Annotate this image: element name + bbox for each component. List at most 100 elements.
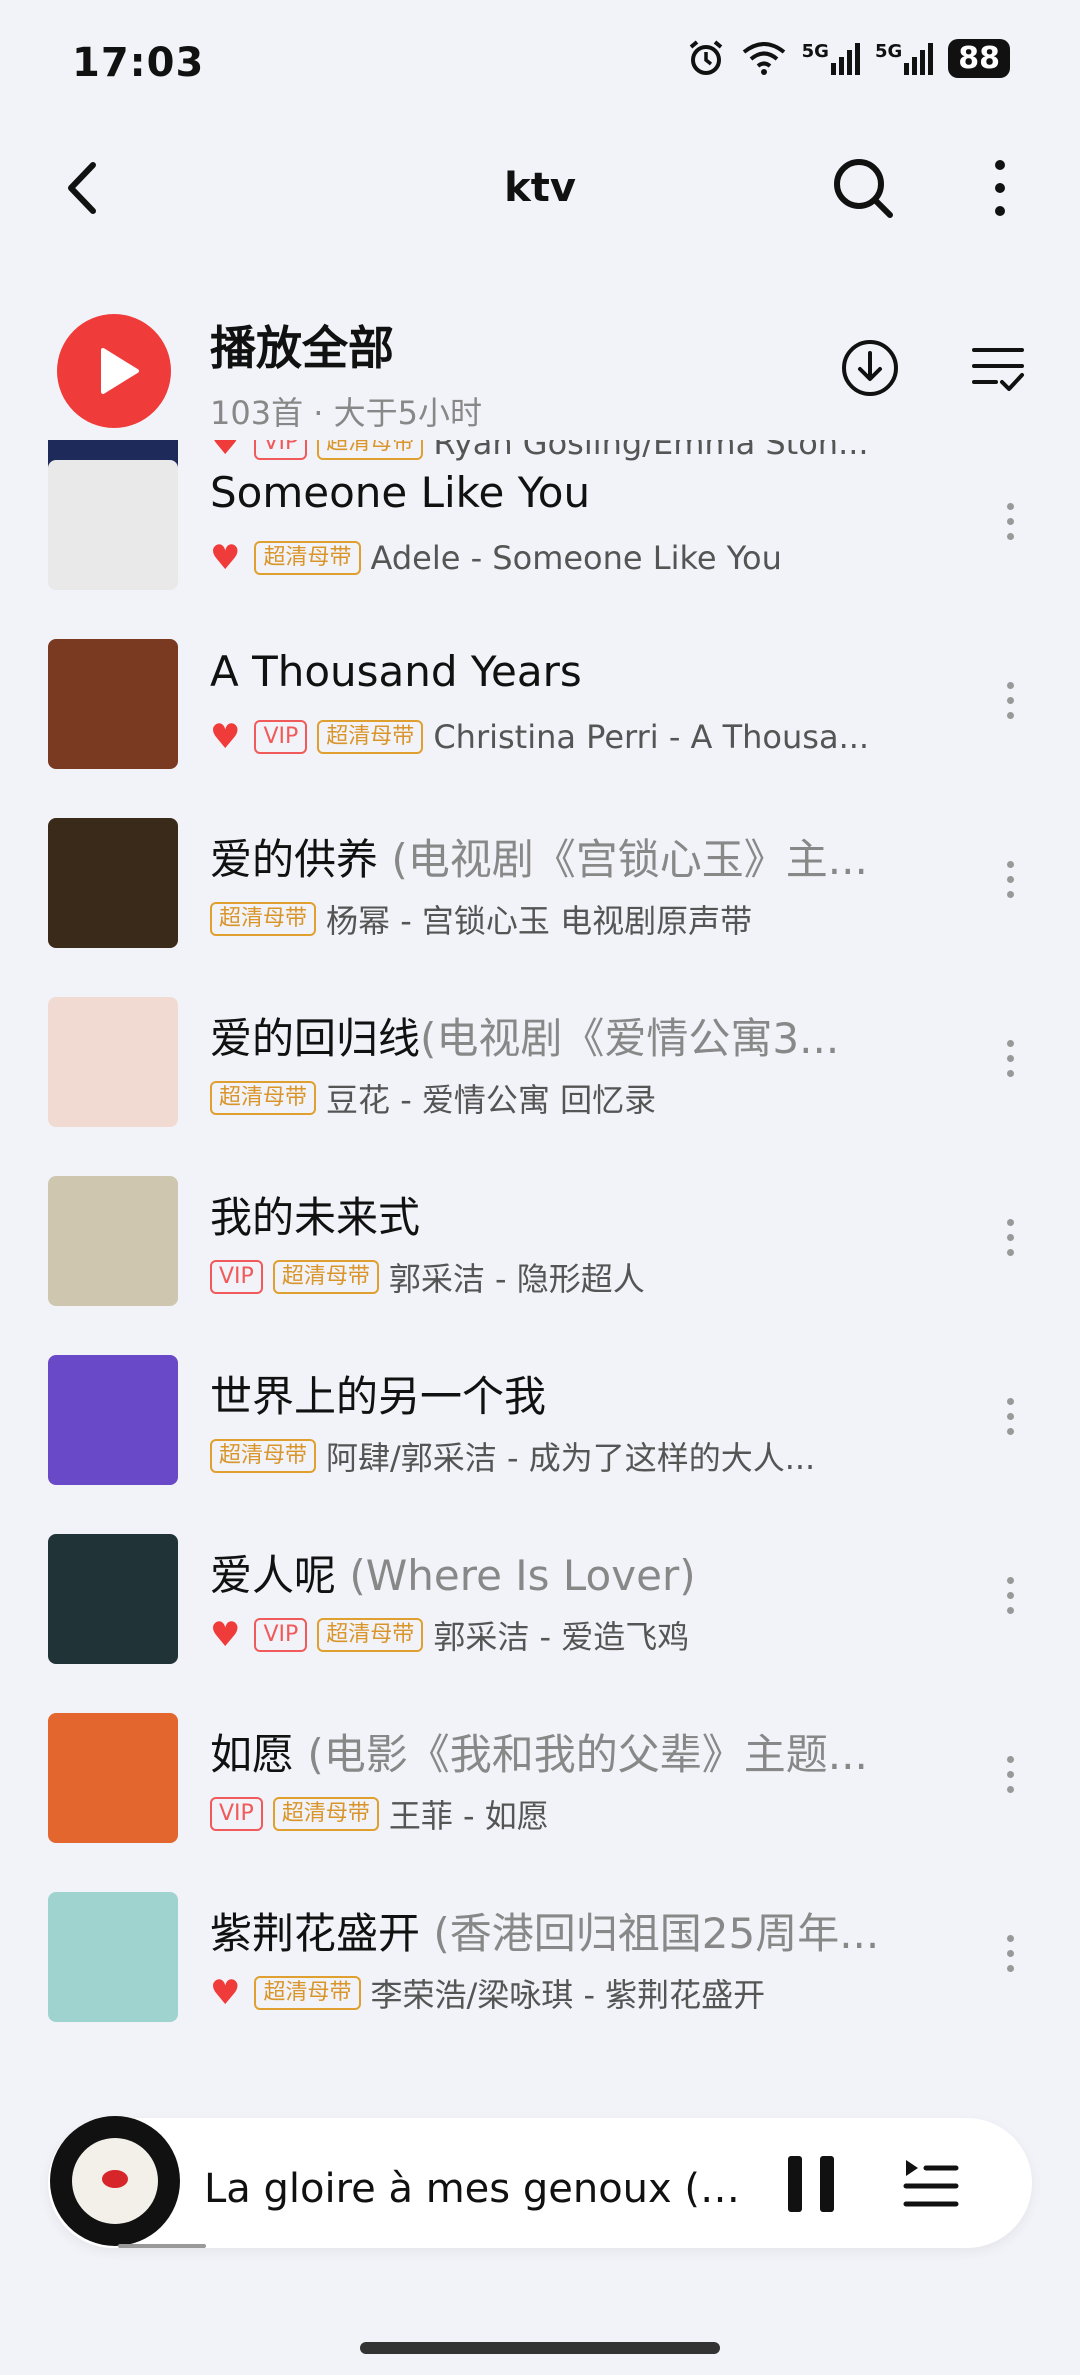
pause-bar-right bbox=[820, 2156, 834, 2212]
song-title-main: 我的未来式 bbox=[210, 1193, 421, 1242]
artist-album: 郭采洁 - 隐形超人 bbox=[388, 1260, 645, 1298]
search-icon[interactable] bbox=[828, 153, 898, 223]
song-more-icon[interactable] bbox=[1000, 1569, 1020, 1639]
master-quality-badge: 超清母带 bbox=[272, 1797, 379, 1831]
artist-album: Adele - Someone Like You bbox=[370, 539, 782, 577]
now-playing-title[interactable]: La gloire à mes genoux (荣... bbox=[204, 2156, 764, 2214]
song-title: A Thousand Years bbox=[210, 647, 920, 696]
song-title: 我的未来式 bbox=[210, 1184, 920, 1245]
song-title-subtitle: (香港回归祖国25周年... bbox=[420, 1909, 880, 1958]
song-row[interactable]: 世界上的另一个我超清母带 阿肆/郭采洁 - 成为了这样的大人... bbox=[0, 1335, 1080, 1515]
pause-button[interactable] bbox=[786, 2156, 838, 2212]
song-title-main: 爱的供养 bbox=[210, 835, 379, 884]
song-row[interactable]: 如愿 (电影《我和我的父辈》主题... VIP 超清母带 王菲 - 如愿 bbox=[0, 1693, 1080, 1873]
song-title-subtitle: (Where Is Lover) bbox=[336, 1551, 696, 1600]
master-quality-badge: 超清母带 bbox=[254, 541, 361, 575]
network-label-2: 5G bbox=[874, 41, 903, 62]
song-row[interactable]: 爱人呢 (Where Is Lover) ♥ VIP 超清母带 郭采洁 - 爱造飞鸡 bbox=[0, 1514, 1080, 1694]
song-row[interactable]: 爱的供养 (电视剧《宫锁心玉》主... 超清母带 杨幂 - 宫锁心玉 电视剧原声带 bbox=[0, 798, 1080, 978]
artist-album: Christina Perri - A Thousa... bbox=[433, 718, 870, 756]
song-title: 紫荆花盛开 (香港回归祖国25周年... bbox=[210, 1900, 920, 1961]
artist-album: 李荣浩/梁咏琪 - 紫荆花盛开 bbox=[370, 1976, 766, 2014]
play-all-label[interactable]: 播放全部 bbox=[210, 312, 394, 378]
song-meta: ♥ 超清母带 Adele - Someone Like You bbox=[210, 538, 910, 578]
master-quality-badge: 超清母带 bbox=[317, 1618, 424, 1652]
song-title-main: 爱的回归线 bbox=[210, 1014, 421, 1063]
song-row[interactable]: A Thousand Years ♥ VIP 超清母带 Christina Perri … bbox=[0, 619, 1080, 799]
song-title: 如愿 (电影《我和我的父辈》主题... bbox=[210, 1721, 920, 1782]
network-label: 5G bbox=[801, 41, 829, 62]
album-cover bbox=[48, 1534, 178, 1664]
song-row[interactable]: Someone Like You ♥ 超清母带 Adele - Someone Lik… bbox=[0, 440, 1080, 620]
artist-album: 阿肆/郭采洁 - 成为了这样的大人... bbox=[326, 1439, 816, 1477]
signal-5g-icon: 5G bbox=[802, 41, 861, 75]
song-more-icon[interactable] bbox=[1000, 1211, 1020, 1281]
liked-heart-icon: ♥ bbox=[210, 538, 241, 578]
liked-heart-icon: ♥ bbox=[210, 1973, 241, 2013]
song-row[interactable]: 爱的回归线(电视剧《爱情公寓3... 超清母带 豆花 - 爱情公寓 回忆录 bbox=[0, 977, 1080, 1157]
song-row[interactable]: 我的未来式 VIP 超清母带 郭采洁 - 隐形超人 bbox=[0, 1156, 1080, 1336]
song-meta: VIP 超清母带 王菲 - 如愿 bbox=[210, 1791, 910, 1837]
album-art-accent bbox=[102, 2170, 128, 2188]
song-more-icon[interactable] bbox=[1000, 853, 1020, 923]
song-title-main: Someone Like You bbox=[210, 468, 591, 517]
album-cover bbox=[48, 639, 178, 769]
top-nav: ktv bbox=[0, 135, 1080, 245]
song-title: Someone Like You bbox=[210, 468, 920, 517]
battery-indicator: 88 bbox=[948, 38, 1010, 78]
song-more-icon[interactable] bbox=[1000, 1390, 1020, 1460]
master-quality-badge: 超清母带 bbox=[210, 902, 317, 936]
album-cover bbox=[48, 1713, 178, 1843]
album-cover bbox=[48, 1892, 178, 2022]
playlist-icon[interactable] bbox=[900, 2154, 960, 2212]
song-meta: 超清母带 豆花 - 爱情公寓 回忆录 bbox=[210, 1075, 910, 1121]
master-quality-badge: 超清母带 bbox=[210, 1439, 317, 1473]
more-options-icon[interactable] bbox=[980, 153, 1020, 223]
song-more-icon[interactable] bbox=[1000, 1032, 1020, 1102]
song-title-main: 爱人呢 bbox=[210, 1551, 337, 1600]
alarm-icon bbox=[689, 40, 722, 75]
album-disc[interactable] bbox=[50, 2116, 180, 2246]
song-title: 爱的供养 (电视剧《宫锁心玉》主... bbox=[210, 826, 920, 887]
status-time: 17:03 bbox=[72, 40, 205, 86]
song-row[interactable]: 紫荆花盛开 (香港回归祖国25周年... ♥ 超清母带 李荣浩/梁咏琪 - 紫荆花盛开 bbox=[0, 1872, 1080, 2052]
master-quality-badge: 超清母带 bbox=[254, 1976, 361, 2010]
song-meta: ♥ VIP 超清母带 Christina Perri - A Thousa... bbox=[210, 717, 910, 757]
signal-5g-icon-2: 5G bbox=[875, 41, 934, 75]
master-quality-badge: 超清母带 bbox=[317, 720, 424, 754]
status-icons: 5G 5G 88 bbox=[686, 38, 1010, 78]
song-meta: ♥ VIP 超清母带 郭采洁 - 爱造飞鸡 bbox=[210, 1612, 910, 1658]
multi-select-icon[interactable] bbox=[970, 342, 1026, 394]
play-icon bbox=[101, 348, 139, 394]
song-more-icon[interactable] bbox=[1000, 495, 1020, 565]
album-cover bbox=[48, 997, 178, 1127]
song-title: 爱的回归线(电视剧《爱情公寓3... bbox=[210, 1005, 920, 1066]
song-title-subtitle: (电视剧《宫锁心玉》主... bbox=[378, 835, 868, 884]
wifi-icon bbox=[742, 42, 785, 75]
song-meta: VIP 超清母带 郭采洁 - 隐形超人 bbox=[210, 1254, 910, 1300]
album-cover bbox=[48, 1176, 178, 1306]
download-icon[interactable] bbox=[840, 338, 900, 398]
master-quality-badge: 超清母带 bbox=[210, 1081, 317, 1115]
status-bar: 17:03 5G 5G 88 bbox=[0, 0, 1080, 120]
song-more-icon[interactable] bbox=[1000, 1748, 1020, 1818]
song-title: 爱人呢 (Where Is Lover) bbox=[210, 1542, 920, 1603]
play-all-button[interactable] bbox=[57, 314, 171, 428]
song-title: 世界上的另一个我 bbox=[210, 1363, 920, 1424]
vip-badge: VIP bbox=[210, 1260, 263, 1294]
song-title-main: A Thousand Years bbox=[210, 647, 582, 696]
mini-player[interactable]: La gloire à mes genoux (荣... bbox=[48, 2116, 1032, 2248]
song-meta: 超清母带 阿肆/郭采洁 - 成为了这样的大人... bbox=[210, 1433, 910, 1479]
liked-heart-icon: ♥ bbox=[210, 1615, 241, 1655]
vip-badge: VIP bbox=[254, 720, 308, 754]
playback-progress bbox=[118, 2244, 206, 2248]
song-title-main: 如愿 bbox=[210, 1730, 295, 1779]
song-meta: 超清母带 杨幂 - 宫锁心玉 电视剧原声带 bbox=[210, 896, 910, 942]
song-title-subtitle: (电视剧《爱情公寓3... bbox=[420, 1014, 840, 1063]
song-more-icon[interactable] bbox=[1000, 674, 1020, 744]
album-cover bbox=[48, 460, 178, 590]
master-quality-badge: 超清母带 bbox=[272, 1260, 379, 1294]
vip-badge: VIP bbox=[210, 1797, 263, 1831]
play-all-header: 播放全部 103首 · 大于5小时 bbox=[0, 290, 1080, 440]
song-more-icon[interactable] bbox=[1000, 1927, 1020, 1997]
